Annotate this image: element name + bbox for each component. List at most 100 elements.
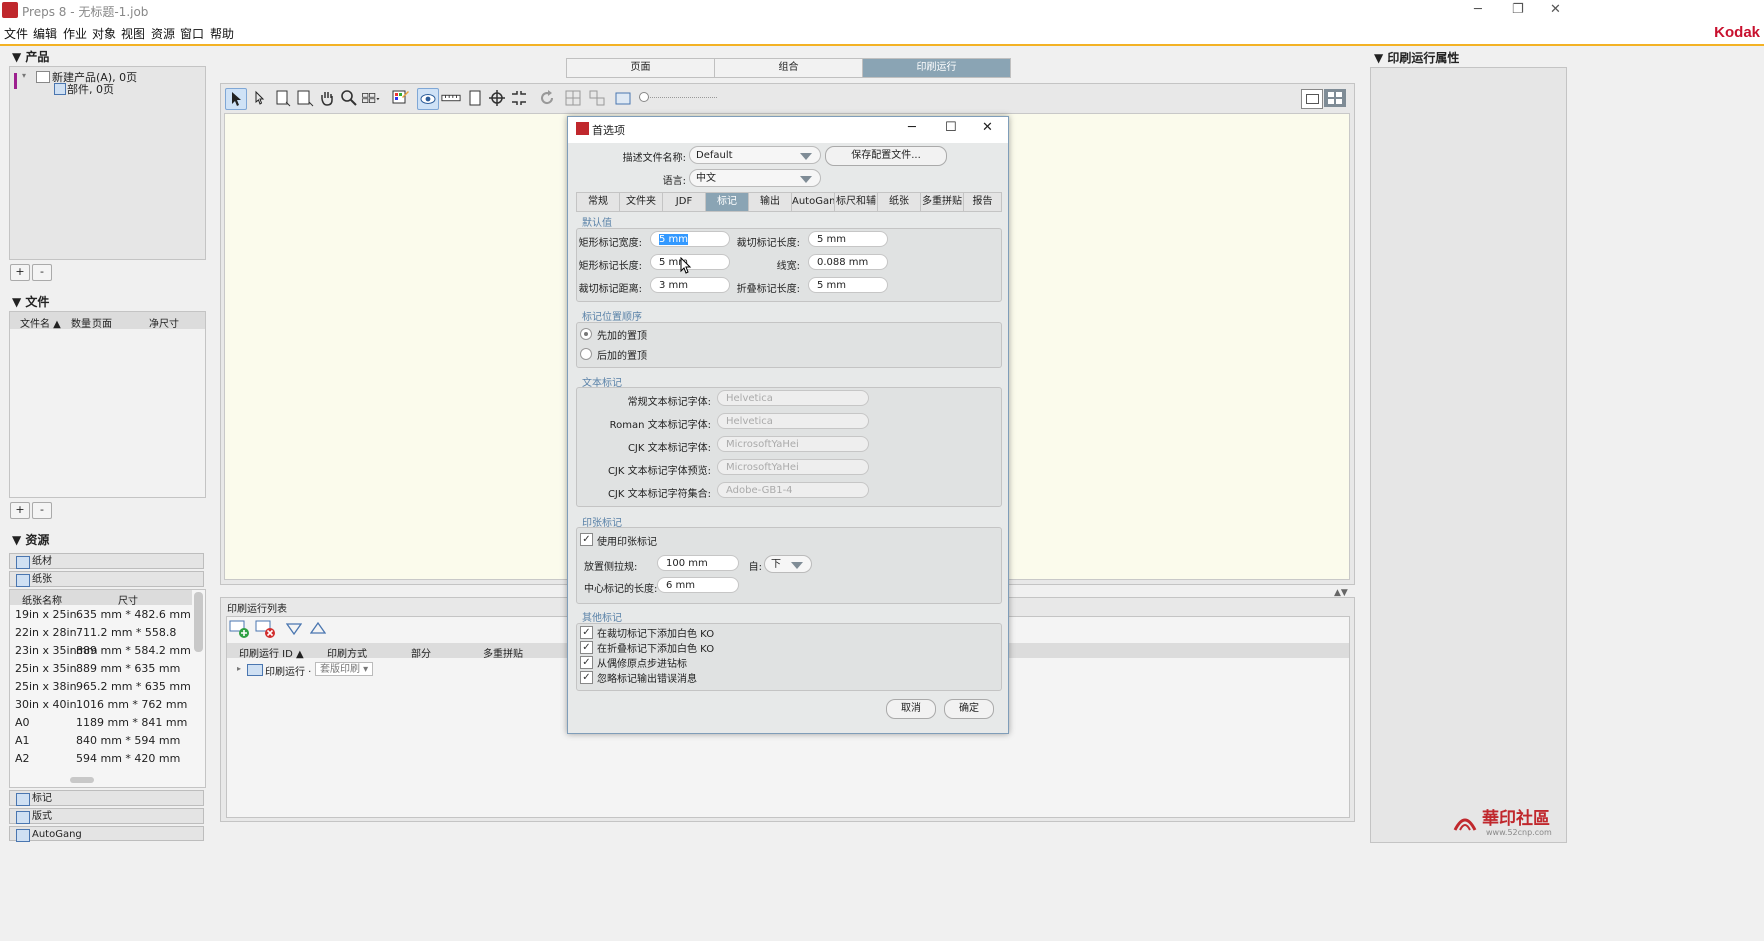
zoom-slider-track[interactable] [639,97,717,100]
menu-view[interactable]: 视图 [121,25,145,42]
resource-tab-paper[interactable]: 纸张 [9,571,204,587]
restore-icon[interactable]: ❐ [1512,2,1524,17]
split-icon[interactable] [509,88,529,108]
add-press-run-icon[interactable] [229,619,251,639]
table-row[interactable]: 30in x 40in 1016 mm * 762 mm [10,696,192,714]
use-sheet-marks-checkbox[interactable]: ✓ [580,533,593,546]
paper-list-scrollbar[interactable] [194,592,203,652]
single-view-icon[interactable] [1301,89,1323,109]
table-row[interactable]: 22in x 28in 711.2 mm * 558.8 mm [10,624,192,657]
page-tool-icon[interactable] [273,88,293,108]
save-profile-button[interactable]: 保存配置文件... [825,146,947,166]
tab-marks[interactable]: 标记 [706,193,749,211]
remove-file-button[interactable]: - [32,502,52,519]
font-roman-input[interactable]: Helvetica [717,413,869,429]
ruler-icon[interactable] [441,88,463,108]
menu-edit[interactable]: 编辑 [33,25,57,42]
zoom-icon[interactable] [339,88,359,108]
white-ko-fold-checkbox[interactable]: ✓ [580,641,593,654]
radio-first-on-top[interactable] [580,328,592,340]
paper-list-hscrollbar[interactable] [70,777,94,783]
sheet-tool-icon[interactable] [295,88,315,108]
dialog-close-icon[interactable]: ✕ [982,120,993,135]
font-cjk-preview-input[interactable]: MicrosoftYaHei [717,459,869,475]
expand-icon[interactable]: ▾ [22,71,26,80]
table-row[interactable]: A1 840 mm * 594 mm [10,732,192,750]
resources-title[interactable]: ▼ 资源 [12,531,49,548]
table-row[interactable]: 23in x 35in 889 mm * 584.2 mm [10,642,192,660]
tab-reports[interactable]: 报告 [964,193,1001,211]
menu-help[interactable]: 帮助 [210,25,234,42]
table-row[interactable]: 25in x 35in 889 mm * 635 mm [10,660,192,678]
files-title[interactable]: ▼ 文件 [12,293,49,310]
radio-last-on-top[interactable] [580,348,592,360]
line-width-input[interactable]: 0.088 mm [808,254,888,270]
step-drill-checkbox[interactable]: ✓ [580,656,593,669]
grid-view-icon[interactable] [1324,89,1346,107]
font-normal-input[interactable]: Helvetica [717,390,869,406]
resource-tab-autogang[interactable]: AutoGang [9,826,204,842]
tab-multi-imposition[interactable]: 多重拼贴 [921,193,964,211]
col-trim-size[interactable]: 净尺寸 [149,315,179,330]
dialog-maximize-icon[interactable]: ☐ [945,120,957,135]
menu-resource[interactable]: 资源 [151,25,175,42]
move-down-icon[interactable] [285,623,303,638]
minimize-icon[interactable]: ─ [1474,2,1482,17]
menu-window[interactable]: 窗口 [180,25,204,42]
fold-length-input[interactable]: 5 mm [808,277,888,293]
col-filename[interactable]: 文件名 ▲ [20,315,61,330]
direct-select-icon[interactable] [249,88,269,108]
tab-folders[interactable]: 文件夹 [620,193,663,211]
col-run-multi[interactable]: 多重拼贴 [483,645,523,660]
press-method-select[interactable]: 套版印刷 ▾ [315,662,373,676]
menu-object[interactable]: 对象 [92,25,116,42]
side-guide-input[interactable]: 100 mm [657,555,739,571]
menu-file[interactable]: 文件 [4,25,28,42]
rotate-icon[interactable] [537,88,557,108]
dialog-minimize-icon[interactable]: ─ [908,120,916,135]
delete-press-run-icon[interactable] [255,619,277,639]
col-pages[interactable]: 页面 [92,315,112,330]
preview-eye-icon[interactable] [417,88,439,110]
select-tool-icon[interactable] [225,88,247,110]
language-select[interactable]: 中文 [689,169,821,187]
row-expand-icon[interactable]: ▸ [237,664,241,673]
press-run-properties-title[interactable]: ▼ 印刷运行属性 [1374,49,1459,66]
tab-paper[interactable]: 纸张 [878,193,921,211]
products-title[interactable]: ▼ 产品 [12,48,49,65]
col-paper-size[interactable]: 尺寸 [118,592,138,607]
col-run-part[interactable]: 部分 [411,645,431,660]
profile-select[interactable]: Default [689,146,821,164]
col-paper-name[interactable]: 纸张名称 [22,592,62,607]
resource-tab-layout[interactable]: 版式 [9,808,204,824]
col-run-id[interactable]: 印刷运行 ID ▲ [239,645,304,660]
font-cjk-input[interactable]: MicrosoftYaHei [717,436,869,452]
table-row[interactable]: A0 1189 mm * 841 mm [10,714,192,732]
grid-dropdown-icon[interactable] [361,88,387,108]
tab-rulers-guides[interactable]: 标尺和辅助 [835,193,878,211]
move-up-icon[interactable] [309,621,327,637]
table-row[interactable]: 19in x 25in 635 mm * 482.6 mm [10,606,192,624]
resource-tab-marks[interactable]: 标记 [9,790,204,806]
tab-signatures[interactable]: 组合 [714,58,863,78]
tab-press-runs[interactable]: 印刷运行 [862,58,1011,78]
tab-jdf[interactable]: JDF [663,193,706,211]
target-icon[interactable] [487,88,507,108]
cut-length-input[interactable]: 5 mm [808,231,888,247]
swap-icon[interactable] [587,88,607,108]
from-select[interactable]: 下 [764,555,812,573]
hand-icon[interactable] [317,88,337,108]
cut-distance-input[interactable]: 3 mm [650,277,730,293]
color-palette-icon[interactable] [391,88,411,108]
white-ko-cut-checkbox[interactable]: ✓ [580,626,593,639]
col-run-method[interactable]: 印刷方式 [327,645,367,660]
tab-output[interactable]: 输出 [749,193,792,211]
table-row[interactable]: A2 594 mm * 420 mm [10,750,192,768]
rect-width-input[interactable]: 5 mm [650,231,730,247]
tab-pages[interactable]: 页面 [566,58,715,78]
table-row[interactable]: 25in x 38in 965.2 mm * 635 mm [10,678,192,696]
document-icon[interactable] [465,88,485,108]
fit-view-icon[interactable] [613,88,633,108]
resource-tab-stock[interactable]: 纸材 [9,553,204,569]
tab-general[interactable]: 常规 [577,193,620,211]
